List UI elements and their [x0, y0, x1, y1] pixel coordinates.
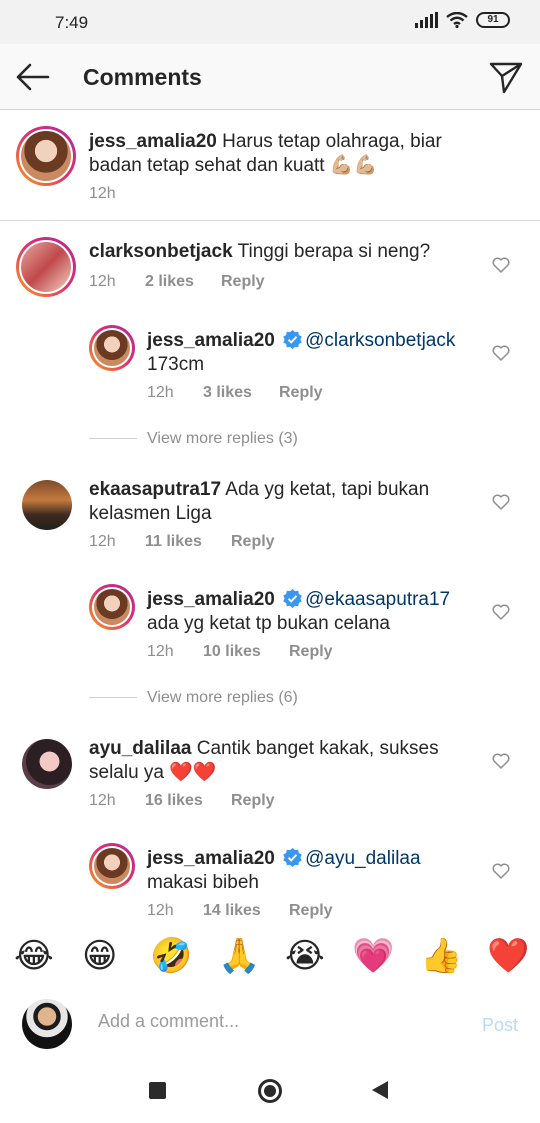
reply-button[interactable]: Reply — [221, 273, 265, 291]
post-button[interactable]: Post — [482, 1015, 518, 1036]
comment-username[interactable]: ayu_dalilaa — [89, 738, 191, 759]
emoji-pray[interactable]: 🙏 — [218, 936, 260, 976]
home-circle-icon[interactable] — [258, 1079, 282, 1103]
reply-text: jess_amalia20 @ekaasaputra17 ada yg keta… — [147, 589, 451, 634]
wifi-icon — [446, 12, 468, 28]
caption-username[interactable]: jess_amalia20 — [89, 131, 217, 152]
avatar[interactable] — [89, 325, 135, 371]
caption-meta: 12h — [89, 185, 116, 203]
emoji-heart-pink[interactable]: 💗 — [352, 936, 394, 976]
caption-time: 12h — [89, 185, 116, 202]
likes-count[interactable]: 2 likes — [145, 273, 221, 291]
mention-link[interactable]: @ekaasaputra17 — [305, 589, 450, 610]
comments-header: Comments — [0, 44, 540, 110]
reply-text: jess_amalia20 @ayu_dalilaa makasi bibeh — [147, 848, 421, 893]
status-bar: 7:49 91 — [0, 0, 540, 44]
reply-button[interactable]: Reply — [231, 792, 275, 810]
emoji-red-heart[interactable]: ❤️ — [487, 936, 529, 976]
emoji-laugh-tears[interactable]: 😂 — [14, 936, 54, 976]
page-title: Comments — [83, 64, 202, 90]
reply-button[interactable]: Reply — [231, 533, 275, 551]
like-heart-icon[interactable] — [492, 604, 510, 620]
likes-count[interactable]: 10 likes — [203, 643, 289, 661]
reply-text: jess_amalia20 @clarksonbetjack 173cm — [147, 330, 456, 375]
comment-username[interactable]: ekaasaputra17 — [89, 479, 221, 500]
like-heart-icon[interactable] — [492, 494, 510, 510]
caption-divider — [0, 220, 540, 221]
comment-text: ayu_dalilaa Cantik banget kakak, sukses … — [89, 738, 439, 783]
avatar[interactable] — [22, 739, 72, 789]
comment-input[interactable] — [98, 1011, 438, 1032]
likes-count[interactable]: 16 likes — [145, 792, 231, 810]
emoji-crying[interactable]: 😭 — [285, 936, 325, 976]
reply-button[interactable]: Reply — [279, 384, 323, 402]
like-heart-icon[interactable] — [492, 257, 510, 273]
comment-text: ekaasaputra17 Ada yg ketat, tapi bukan k… — [89, 479, 430, 524]
caption-text: jess_amalia20 Harus tetap olahraga, biar… — [89, 130, 489, 178]
likes-count[interactable]: 14 likes — [203, 902, 289, 920]
comment-username[interactable]: jess_amalia20 — [147, 589, 275, 610]
comment-meta: 12h 16 likes Reply — [89, 792, 275, 810]
view-more-replies[interactable]: View more replies (6) — [147, 689, 298, 707]
back-arrow-icon[interactable] — [14, 60, 52, 94]
caption-avatar[interactable] — [16, 126, 76, 186]
view-more-divider — [89, 697, 137, 698]
system-nav-bar — [0, 1060, 540, 1123]
avatar[interactable] — [89, 843, 135, 889]
comment-username[interactable]: jess_amalia20 — [147, 848, 275, 869]
comment-meta: 12h 10 likes Reply — [147, 643, 333, 661]
comment-username[interactable]: jess_amalia20 — [147, 330, 275, 351]
reply-button[interactable]: Reply — [289, 643, 333, 661]
like-heart-icon[interactable] — [492, 753, 510, 769]
like-heart-icon[interactable] — [492, 345, 510, 361]
likes-count[interactable]: 3 likes — [203, 384, 279, 402]
direct-send-icon[interactable] — [488, 59, 524, 95]
status-icons: 91 — [415, 12, 510, 28]
mention-link[interactable]: @ayu_dalilaa — [305, 848, 420, 869]
emoji-rofl[interactable]: 🤣 — [150, 936, 192, 976]
like-heart-icon[interactable] — [492, 863, 510, 879]
signal-icon — [415, 12, 438, 28]
avatar[interactable] — [16, 237, 76, 297]
comment-meta: 12h 11 likes Reply — [89, 533, 275, 551]
comment-meta: 12h 14 likes Reply — [147, 902, 333, 920]
reply-button[interactable]: Reply — [289, 902, 333, 920]
comment-username[interactable]: clarksonbetjack — [89, 241, 233, 262]
likes-count[interactable]: 11 likes — [145, 533, 231, 551]
emoji-quick-bar: 😂 😁 🤣 🙏 😭 💗 👍 ❤️ — [0, 930, 540, 984]
verified-badge-icon — [283, 330, 302, 349]
comment-composer: Post — [0, 995, 540, 1055]
comment-meta: 12h 2 likes Reply — [89, 273, 265, 291]
emoji-thumbs-up[interactable]: 👍 — [420, 936, 462, 976]
view-more-divider — [89, 438, 137, 439]
back-triangle-icon[interactable] — [372, 1081, 388, 1099]
verified-badge-icon — [283, 848, 302, 867]
my-avatar — [22, 999, 72, 1049]
mention-link[interactable]: @clarksonbetjack — [305, 330, 455, 351]
recents-square-icon[interactable] — [149, 1082, 166, 1099]
battery-icon: 91 — [476, 12, 510, 28]
comment-meta: 12h 3 likes Reply — [147, 384, 323, 402]
emoji-grin[interactable]: 😁 — [82, 936, 117, 976]
view-more-replies[interactable]: View more replies (3) — [147, 430, 298, 448]
avatar[interactable] — [89, 584, 135, 630]
verified-badge-icon — [283, 589, 302, 608]
status-time: 7:49 — [55, 13, 89, 32]
avatar[interactable] — [22, 480, 72, 530]
comment-text: clarksonbetjack Tinggi berapa si neng? — [89, 241, 431, 262]
